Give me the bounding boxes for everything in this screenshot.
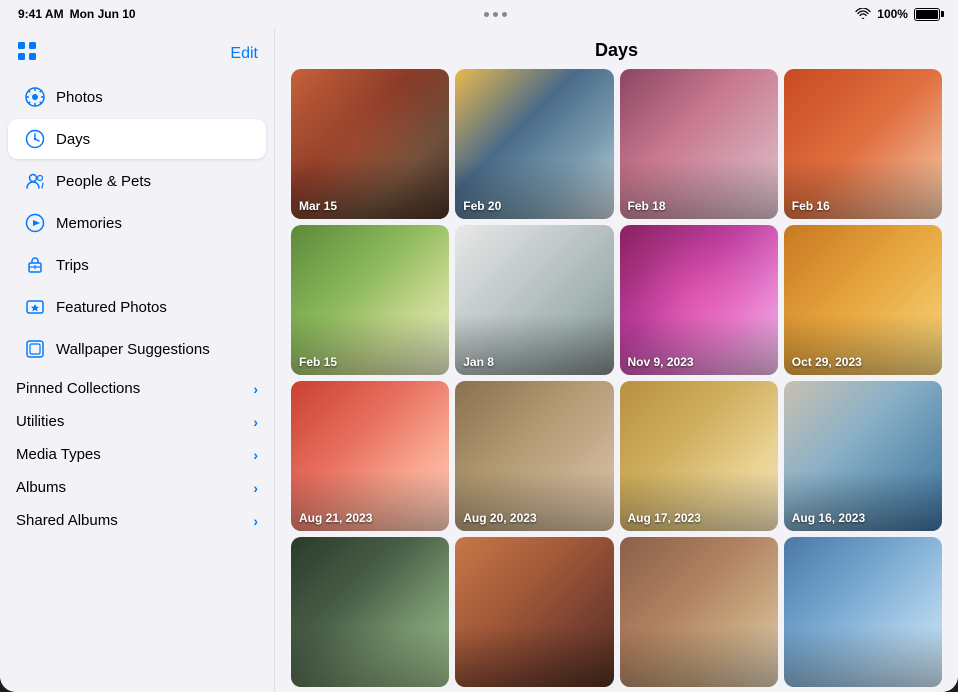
media-types-chevron-icon: › xyxy=(253,447,258,463)
sidebar-item-trips-label: Trips xyxy=(56,257,250,274)
sidebar-section-pinned[interactable]: Pinned Collections › xyxy=(0,370,274,403)
albums-label: Albums xyxy=(16,479,66,496)
shared-albums-chevron-icon: › xyxy=(253,513,258,529)
photo-date: Aug 17, 2023 xyxy=(628,511,701,525)
sidebar: Edit Photos xyxy=(0,28,275,692)
utilities-chevron-icon: › xyxy=(253,414,258,430)
photo-cell[interactable]: Aug 16, 2023 xyxy=(784,381,942,531)
photo-date: Nov 9, 2023 xyxy=(628,355,694,369)
sidebar-section-albums[interactable]: Albums › xyxy=(0,469,274,502)
sidebar-section-utilities[interactable]: Utilities › xyxy=(0,403,274,436)
sidebar-item-featured-label: Featured Photos xyxy=(56,299,250,316)
photo-grid: Mar 15 Feb 20 Feb 18 Feb 16 Feb 15 Jan 8 Nov 9… xyxy=(275,69,958,692)
sidebar-item-photos[interactable]: Photos xyxy=(8,77,266,117)
photo-cell[interactable]: Feb 18 xyxy=(620,69,778,219)
battery-label: 100% xyxy=(877,7,908,21)
sidebar-item-trips[interactable]: Trips xyxy=(8,245,266,285)
trips-icon xyxy=(24,254,46,276)
photo-date: Aug 16, 2023 xyxy=(792,511,865,525)
photo-cell[interactable]: Feb 16 xyxy=(784,69,942,219)
photo-date: Aug 21, 2023 xyxy=(299,511,372,525)
sidebar-item-days-label: Days xyxy=(56,131,250,148)
status-bar: 9:41 AM Mon Jun 10 100% xyxy=(0,0,958,28)
photo-cell[interactable]: Jan 8 xyxy=(455,225,613,375)
photo-cell[interactable] xyxy=(291,537,449,687)
photo-cell[interactable]: Aug 20, 2023 xyxy=(455,381,613,531)
dot-1 xyxy=(484,12,489,17)
sidebar-header: Edit xyxy=(0,36,274,76)
dot-2 xyxy=(493,12,498,17)
photo-date: Oct 29, 2023 xyxy=(792,355,862,369)
status-date: Mon Jun 10 xyxy=(70,7,136,21)
people-pets-icon xyxy=(24,170,46,192)
sidebar-item-featured[interactable]: Featured Photos xyxy=(8,287,266,327)
photo-cell[interactable] xyxy=(455,537,613,687)
photo-cell[interactable]: Aug 21, 2023 xyxy=(291,381,449,531)
sidebar-item-memories[interactable]: Memories xyxy=(8,203,266,243)
sidebar-item-wallpaper-label: Wallpaper Suggestions xyxy=(56,341,250,358)
sidebar-item-wallpaper[interactable]: Wallpaper Suggestions xyxy=(8,329,266,369)
dot-3 xyxy=(502,12,507,17)
status-right: 100% xyxy=(855,7,940,21)
wallpaper-icon xyxy=(24,338,46,360)
memories-icon xyxy=(24,212,46,234)
main-header: Days xyxy=(275,28,958,69)
shared-albums-label: Shared Albums xyxy=(16,512,118,529)
pinned-collections-label: Pinned Collections xyxy=(16,380,140,397)
featured-icon xyxy=(24,296,46,318)
photo-date: Feb 16 xyxy=(792,199,830,213)
app-container: Edit Photos xyxy=(0,28,958,692)
sidebar-item-people-label: People & Pets xyxy=(56,173,250,190)
wifi-icon xyxy=(855,8,871,20)
edit-button[interactable]: Edit xyxy=(230,45,258,63)
photo-cell[interactable]: Nov 9, 2023 xyxy=(620,225,778,375)
utilities-label: Utilities xyxy=(16,413,64,430)
pinned-chevron-icon: › xyxy=(253,381,258,397)
media-types-label: Media Types xyxy=(16,446,101,463)
main-title: Days xyxy=(595,40,638,60)
days-icon xyxy=(24,128,46,150)
photo-date: Mar 15 xyxy=(299,199,337,213)
albums-chevron-icon: › xyxy=(253,480,258,496)
sidebar-section-shared-albums[interactable]: Shared Albums › xyxy=(0,502,274,535)
photo-cell[interactable]: Mar 15 xyxy=(291,69,449,219)
photo-date: Feb 20 xyxy=(463,199,501,213)
status-time: 9:41 AM xyxy=(18,7,64,21)
sidebar-item-photos-label: Photos xyxy=(56,89,250,106)
photo-date: Aug 20, 2023 xyxy=(463,511,536,525)
sidebar-section-media-types[interactable]: Media Types › xyxy=(0,436,274,469)
battery-icon xyxy=(914,8,940,21)
sidebar-item-memories-label: Memories xyxy=(56,215,250,232)
photo-date: Jan 8 xyxy=(463,355,494,369)
sidebar-item-people-pets[interactable]: People & Pets xyxy=(8,161,266,201)
main-content: Days Mar 15 Feb 20 Feb 18 Feb 16 Feb 15 Jan 8… xyxy=(275,28,958,692)
sidebar-grid-icon xyxy=(16,40,38,68)
photo-date: Feb 15 xyxy=(299,355,337,369)
sidebar-item-days[interactable]: Days xyxy=(8,119,266,159)
photo-cell[interactable] xyxy=(784,537,942,687)
photo-cell[interactable]: Feb 20 xyxy=(455,69,613,219)
photos-icon xyxy=(24,86,46,108)
photo-cell[interactable] xyxy=(620,537,778,687)
status-center-dots xyxy=(484,12,507,17)
battery-fill xyxy=(916,10,938,19)
photo-cell[interactable]: Aug 17, 2023 xyxy=(620,381,778,531)
photo-cell[interactable]: Feb 15 xyxy=(291,225,449,375)
photo-cell[interactable]: Oct 29, 2023 xyxy=(784,225,942,375)
photo-date: Feb 18 xyxy=(628,199,666,213)
